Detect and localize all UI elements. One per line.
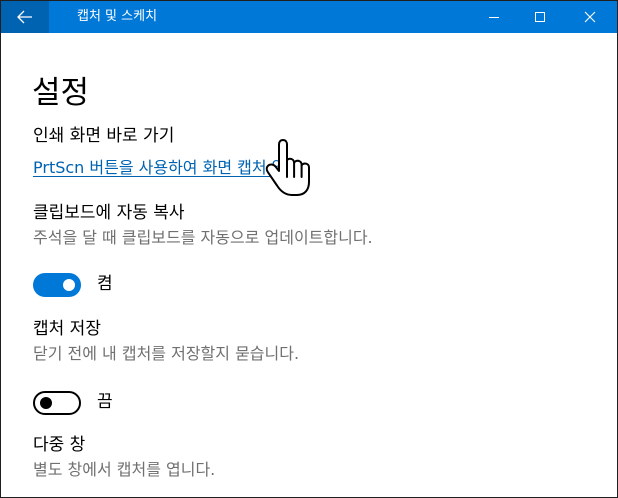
- title-bar: 캡처 및 스케치: [1, 1, 617, 33]
- maximize-button[interactable]: [517, 1, 563, 33]
- save-capture-label: 캡처 저장: [33, 319, 101, 339]
- multi-window-description: 별도 창에서 캡처를 엽니다.: [33, 460, 216, 479]
- back-button[interactable]: [1, 1, 49, 33]
- shortcut-label: 인쇄 화면 바로 가기: [33, 126, 175, 146]
- toggle-knob: [40, 397, 52, 409]
- save-capture-description: 닫기 전에 내 캡처를 저장할지 묻습니다.: [33, 344, 300, 363]
- settings-page: 설정 인쇄 화면 바로 가기 PrtScn 버튼을 사용하여 화면 캡처 열기 …: [1, 33, 617, 497]
- maximize-icon: [534, 11, 546, 23]
- close-icon: [584, 11, 596, 23]
- minimize-button[interactable]: [471, 1, 517, 33]
- clipboard-description: 주석을 달 때 클립보드를 자동으로 업데이트합니다.: [33, 228, 373, 247]
- clipboard-toggle[interactable]: [33, 273, 81, 297]
- multi-window-label: 다중 창: [33, 435, 86, 455]
- app-window: 캡처 및 스케치 설정 인쇄 화면 바로 가기 PrtScn 버튼을 사용하여 …: [0, 0, 618, 498]
- page-title: 설정: [32, 75, 90, 111]
- clipboard-label: 클립보드에 자동 복사: [33, 203, 185, 223]
- toggle-knob: [63, 279, 75, 291]
- window-title: 캡처 및 스케치: [77, 9, 158, 24]
- close-button[interactable]: [563, 1, 617, 33]
- back-arrow-icon: [17, 10, 33, 24]
- save-capture-toggle[interactable]: [33, 391, 81, 415]
- save-capture-toggle-state: 끔: [97, 392, 113, 412]
- clipboard-toggle-state: 켬: [97, 274, 113, 294]
- minimize-icon: [488, 11, 500, 23]
- prtscn-settings-link[interactable]: PrtScn 버튼을 사용하여 화면 캡처 열기: [33, 157, 301, 179]
